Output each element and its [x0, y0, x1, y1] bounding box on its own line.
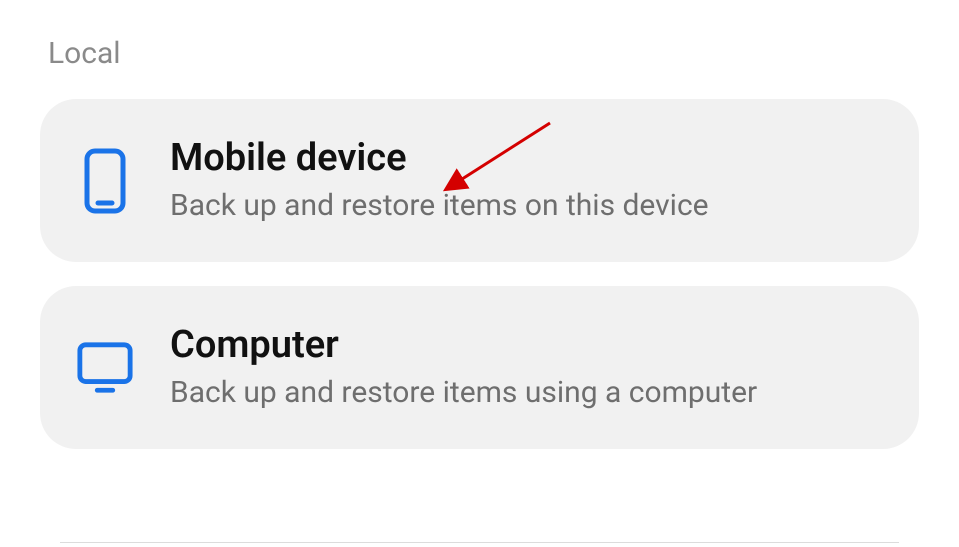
mobile-device-text: Mobile device Back up and restore items …	[170, 137, 883, 224]
section-header: Local	[48, 36, 919, 71]
divider	[60, 542, 899, 543]
local-section: Local Mobile device Back up and restore …	[0, 0, 959, 449]
computer-subtitle: Back up and restore items using a comput…	[170, 374, 883, 412]
mobile-device-subtitle: Back up and restore items on this device	[170, 187, 883, 225]
computer-text: Computer Back up and restore items using…	[170, 324, 883, 411]
mobile-device-title: Mobile device	[170, 137, 883, 181]
computer-title: Computer	[170, 324, 883, 368]
phone-icon	[76, 148, 134, 214]
monitor-icon	[76, 340, 134, 396]
computer-card[interactable]: Computer Back up and restore items using…	[40, 286, 919, 449]
mobile-device-card[interactable]: Mobile device Back up and restore items …	[40, 99, 919, 262]
